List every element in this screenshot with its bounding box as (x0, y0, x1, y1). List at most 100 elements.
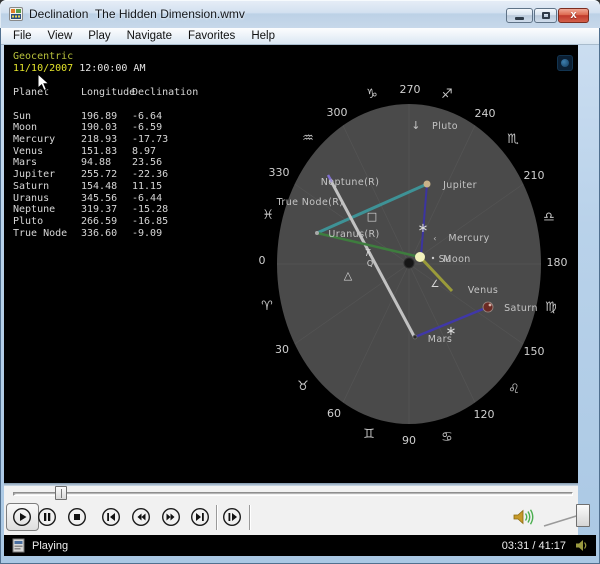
true-node-label: True Node(R) (276, 197, 344, 208)
deg-240: 240 (475, 107, 496, 120)
time-position: 03:31 / 41:17 (502, 540, 566, 552)
quincunx-aspect-icon: ⊼ (365, 249, 372, 259)
sun-dot (415, 252, 425, 262)
mars-dot (413, 335, 417, 339)
menu-play[interactable]: Play (80, 29, 118, 43)
uranus-label: Uranus(R) (328, 229, 379, 240)
close-button[interactable]: x (558, 8, 589, 23)
title-bar[interactable]: Declination The Hidden Dimension.wmv x (0, 0, 600, 28)
stop-button[interactable] (67, 507, 87, 527)
seek-bar[interactable] (13, 492, 573, 496)
table-row: Uranus345.56-6.44 (13, 193, 202, 205)
maximize-icon (542, 12, 550, 19)
menu-bar: File View Play Navigate Favorites Help (1, 28, 599, 45)
true-node-dot (315, 231, 319, 235)
step-button[interactable] (222, 507, 242, 527)
status-bar: Playing 03:31 / 41:17 (4, 535, 596, 556)
table-row: Mars94.8823.56 (13, 157, 202, 169)
play-button[interactable] (12, 507, 32, 527)
minimize-icon (515, 17, 524, 20)
fast-forward-icon (161, 507, 181, 527)
moon-label: Moon (443, 254, 470, 265)
mercury-label: Mercury (448, 233, 489, 244)
deg-330: 330 (269, 166, 290, 179)
semisquare-aspect-icon: ∠ (431, 279, 440, 290)
step-icon (222, 507, 242, 527)
leo-icon: ♌ (508, 382, 520, 397)
logo-circle-icon (561, 59, 569, 67)
maximize-button[interactable] (534, 8, 557, 23)
earth-dot (404, 258, 414, 268)
pause-button[interactable] (37, 507, 57, 527)
button-separator (249, 505, 250, 530)
mercury-tick-icon: ‹ (433, 234, 437, 243)
deg-120: 120 (474, 408, 495, 421)
table-row: Sun196.89-6.64 (13, 111, 202, 123)
menu-favorites[interactable]: Favorites (180, 29, 243, 43)
sextile-aspect-icon: ∗ (418, 221, 429, 236)
col-declination: Declination (132, 87, 202, 99)
sesquiquadrate-aspect-icon: Q (367, 259, 373, 268)
stop-icon (67, 507, 87, 527)
venus-dot (483, 302, 493, 312)
cancer-icon: ♋ (441, 430, 453, 445)
aries-icon: ♈ (261, 299, 273, 314)
deg-270: 270 (400, 83, 421, 96)
button-separator (216, 505, 217, 530)
mouse-cursor (37, 73, 50, 92)
square-aspect-icon: □ (367, 210, 377, 223)
window-title: Declination The Hidden Dimension.wmv (29, 7, 245, 21)
venus-highlight (489, 304, 492, 307)
table-row: Mercury218.93-17.73 (13, 134, 202, 146)
video-display[interactable]: 270 240 210 180 150 120 90 60 30 0 330 3… (4, 45, 578, 483)
fast-forward-button[interactable] (161, 507, 181, 527)
transport-controls (4, 486, 578, 535)
table-row: Moon190.03-6.59 (13, 122, 202, 134)
deg-210: 210 (524, 169, 545, 182)
menu-file[interactable]: File (5, 29, 40, 43)
volume-speaker-icon[interactable] (512, 507, 536, 527)
deg-300: 300 (327, 106, 348, 119)
pluto-label: Pluto (432, 121, 458, 132)
volume-thumb[interactable] (576, 504, 590, 527)
pause-icon (37, 507, 57, 527)
menu-navigate[interactable]: Navigate (119, 29, 180, 43)
deg-90: 90 (402, 434, 416, 447)
venus-label: Venus (468, 285, 499, 296)
aquarius-icon: ♒ (302, 131, 314, 146)
menu-help[interactable]: Help (243, 29, 283, 43)
sextile-aspect-icon-2: ∗ (446, 324, 457, 339)
moon-dot (432, 257, 434, 259)
planet-table: Planet Longitude Declination Sun196.89-6… (13, 87, 202, 239)
rewind-icon (131, 507, 151, 527)
table-row: Jupiter255.72-22.36 (13, 169, 202, 181)
skip-forward-button[interactable] (190, 507, 210, 527)
minimize-button[interactable] (506, 8, 533, 23)
libra-icon: ♎ (543, 210, 555, 225)
menu-view[interactable]: View (40, 29, 81, 43)
saturn-label: Saturn (504, 303, 538, 314)
col-longitude: Longitude (81, 87, 132, 99)
media-player-window: Declination The Hidden Dimension.wmv x F… (0, 0, 600, 564)
playback-state: Playing (32, 540, 68, 552)
scorpio-icon: ♏ (507, 132, 519, 147)
neptune-label: Neptune(R) (321, 177, 380, 188)
deg-150: 150 (524, 345, 545, 358)
skip-back-button[interactable] (101, 507, 121, 527)
deg-30: 30 (275, 343, 289, 356)
deg-60: 60 (327, 407, 341, 420)
frame-datetime: 11/10/2007 12:00:00 AM (13, 63, 145, 74)
table-row: Saturn154.4811.15 (13, 181, 202, 193)
jupiter-label: Jupiter (442, 180, 477, 191)
deg-180: 180 (547, 256, 568, 269)
app-icon (9, 7, 23, 21)
table-row: Venus151.838.97 (13, 146, 202, 158)
video-watermark-logo (557, 55, 573, 71)
deg-0: 0 (259, 254, 266, 267)
jupiter-dot (424, 181, 431, 188)
seek-thumb[interactable] (55, 486, 67, 500)
virgo-icon: ♍ (545, 300, 557, 315)
down-arrow-icon: ↓ (411, 119, 421, 132)
table-row: Neptune319.37-15.28 (13, 204, 202, 216)
rewind-button[interactable] (131, 507, 151, 527)
